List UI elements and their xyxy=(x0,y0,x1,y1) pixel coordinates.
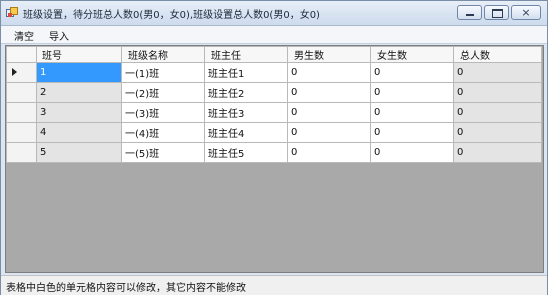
column-header-girls[interactable]: 女生数 xyxy=(370,46,454,63)
cell-boys[interactable]: 0 xyxy=(287,82,371,103)
close-button[interactable]: × xyxy=(511,5,541,20)
menu-bar: 清空 导入 xyxy=(1,26,547,44)
cell-total[interactable]: 0 xyxy=(453,102,542,123)
cell-class-no[interactable]: 4 xyxy=(36,122,122,143)
minimize-button[interactable] xyxy=(457,5,482,20)
column-header-head-teacher[interactable]: 班主任 xyxy=(204,46,288,63)
table-row[interactable]: 1 一(1)班 班主任1 0 0 0 xyxy=(6,62,542,83)
table-row[interactable]: 5 一(5)班 班主任5 0 0 0 xyxy=(6,142,542,163)
cell-class-name[interactable]: 一(5)班 xyxy=(121,142,205,163)
row-header[interactable] xyxy=(6,122,37,143)
maximize-button[interactable] xyxy=(484,5,509,20)
status-text: 表格中白色的单元格内容可以修改，其它内容不能修改 xyxy=(6,283,246,294)
cell-total[interactable]: 0 xyxy=(453,142,542,163)
grid-table: 班号 班级名称 班主任 男生数 女生数 总人数 1 一(1)班 班主任1 0 0… xyxy=(6,46,542,163)
cell-girls[interactable]: 0 xyxy=(370,102,454,123)
window-controls: × xyxy=(455,5,541,20)
column-header-class-no[interactable]: 班号 xyxy=(36,46,122,63)
class-data-grid[interactable]: 班号 班级名称 班主任 男生数 女生数 总人数 1 一(1)班 班主任1 0 0… xyxy=(5,45,544,273)
cell-head-teacher[interactable]: 班主任5 xyxy=(204,142,288,163)
cell-class-no[interactable]: 3 xyxy=(36,102,122,123)
menu-item-import[interactable]: 导入 xyxy=(45,27,73,44)
cell-head-teacher[interactable]: 班主任2 xyxy=(204,82,288,103)
corner-header-cell[interactable] xyxy=(6,46,37,63)
cell-head-teacher[interactable]: 班主任1 xyxy=(204,62,288,83)
column-header-boys[interactable]: 男生数 xyxy=(287,46,371,63)
table-row[interactable]: 2 一(2)班 班主任2 0 0 0 xyxy=(6,82,542,103)
cell-total[interactable]: 0 xyxy=(453,82,542,103)
table-row[interactable]: 3 一(3)班 班主任3 0 0 0 xyxy=(6,102,542,123)
row-header[interactable] xyxy=(6,102,37,123)
cell-head-teacher[interactable]: 班主任4 xyxy=(204,122,288,143)
cell-class-name[interactable]: 一(4)班 xyxy=(121,122,205,143)
app-icon xyxy=(6,7,18,17)
row-header-current[interactable] xyxy=(6,62,37,83)
row-header[interactable] xyxy=(6,82,37,103)
cell-class-no[interactable]: 1 xyxy=(36,62,122,83)
cell-girls[interactable]: 0 xyxy=(370,122,454,143)
cell-head-teacher[interactable]: 班主任3 xyxy=(204,102,288,123)
title-bar[interactable]: 班级设置，待分班总人数0(男0，女0),班级设置总人数0(男0，女0) × xyxy=(1,1,547,26)
menu-item-clear[interactable]: 清空 xyxy=(10,27,38,44)
close-icon: × xyxy=(521,6,531,19)
cell-class-name[interactable]: 一(2)班 xyxy=(121,82,205,103)
cell-boys[interactable]: 0 xyxy=(287,102,371,123)
column-header-total[interactable]: 总人数 xyxy=(453,46,542,63)
cell-boys[interactable]: 0 xyxy=(287,122,371,143)
class-settings-window: 班级设置，待分班总人数0(男0，女0),班级设置总人数0(男0，女0) × 清空… xyxy=(0,0,548,295)
column-header-class-name[interactable]: 班级名称 xyxy=(121,46,205,63)
current-row-arrow-icon xyxy=(12,68,17,76)
cell-girls[interactable]: 0 xyxy=(370,142,454,163)
row-header[interactable] xyxy=(6,142,37,163)
header-row: 班号 班级名称 班主任 男生数 女生数 总人数 xyxy=(6,46,542,63)
window-title: 班级设置，待分班总人数0(男0，女0),班级设置总人数0(男0，女0) xyxy=(23,10,320,21)
cell-class-no[interactable]: 5 xyxy=(36,142,122,163)
table-row[interactable]: 4 一(4)班 班主任4 0 0 0 xyxy=(6,122,542,143)
cell-class-name[interactable]: 一(3)班 xyxy=(121,102,205,123)
cell-class-name[interactable]: 一(1)班 xyxy=(121,62,205,83)
cell-boys[interactable]: 0 xyxy=(287,142,371,163)
cell-total[interactable]: 0 xyxy=(453,122,542,143)
cell-total[interactable]: 0 xyxy=(453,62,542,83)
status-bar: 表格中白色的单元格内容可以修改，其它内容不能修改 xyxy=(1,275,547,295)
cell-girls[interactable]: 0 xyxy=(370,82,454,103)
cell-boys[interactable]: 0 xyxy=(287,62,371,83)
cell-girls[interactable]: 0 xyxy=(370,62,454,83)
cell-class-no[interactable]: 2 xyxy=(36,82,122,103)
